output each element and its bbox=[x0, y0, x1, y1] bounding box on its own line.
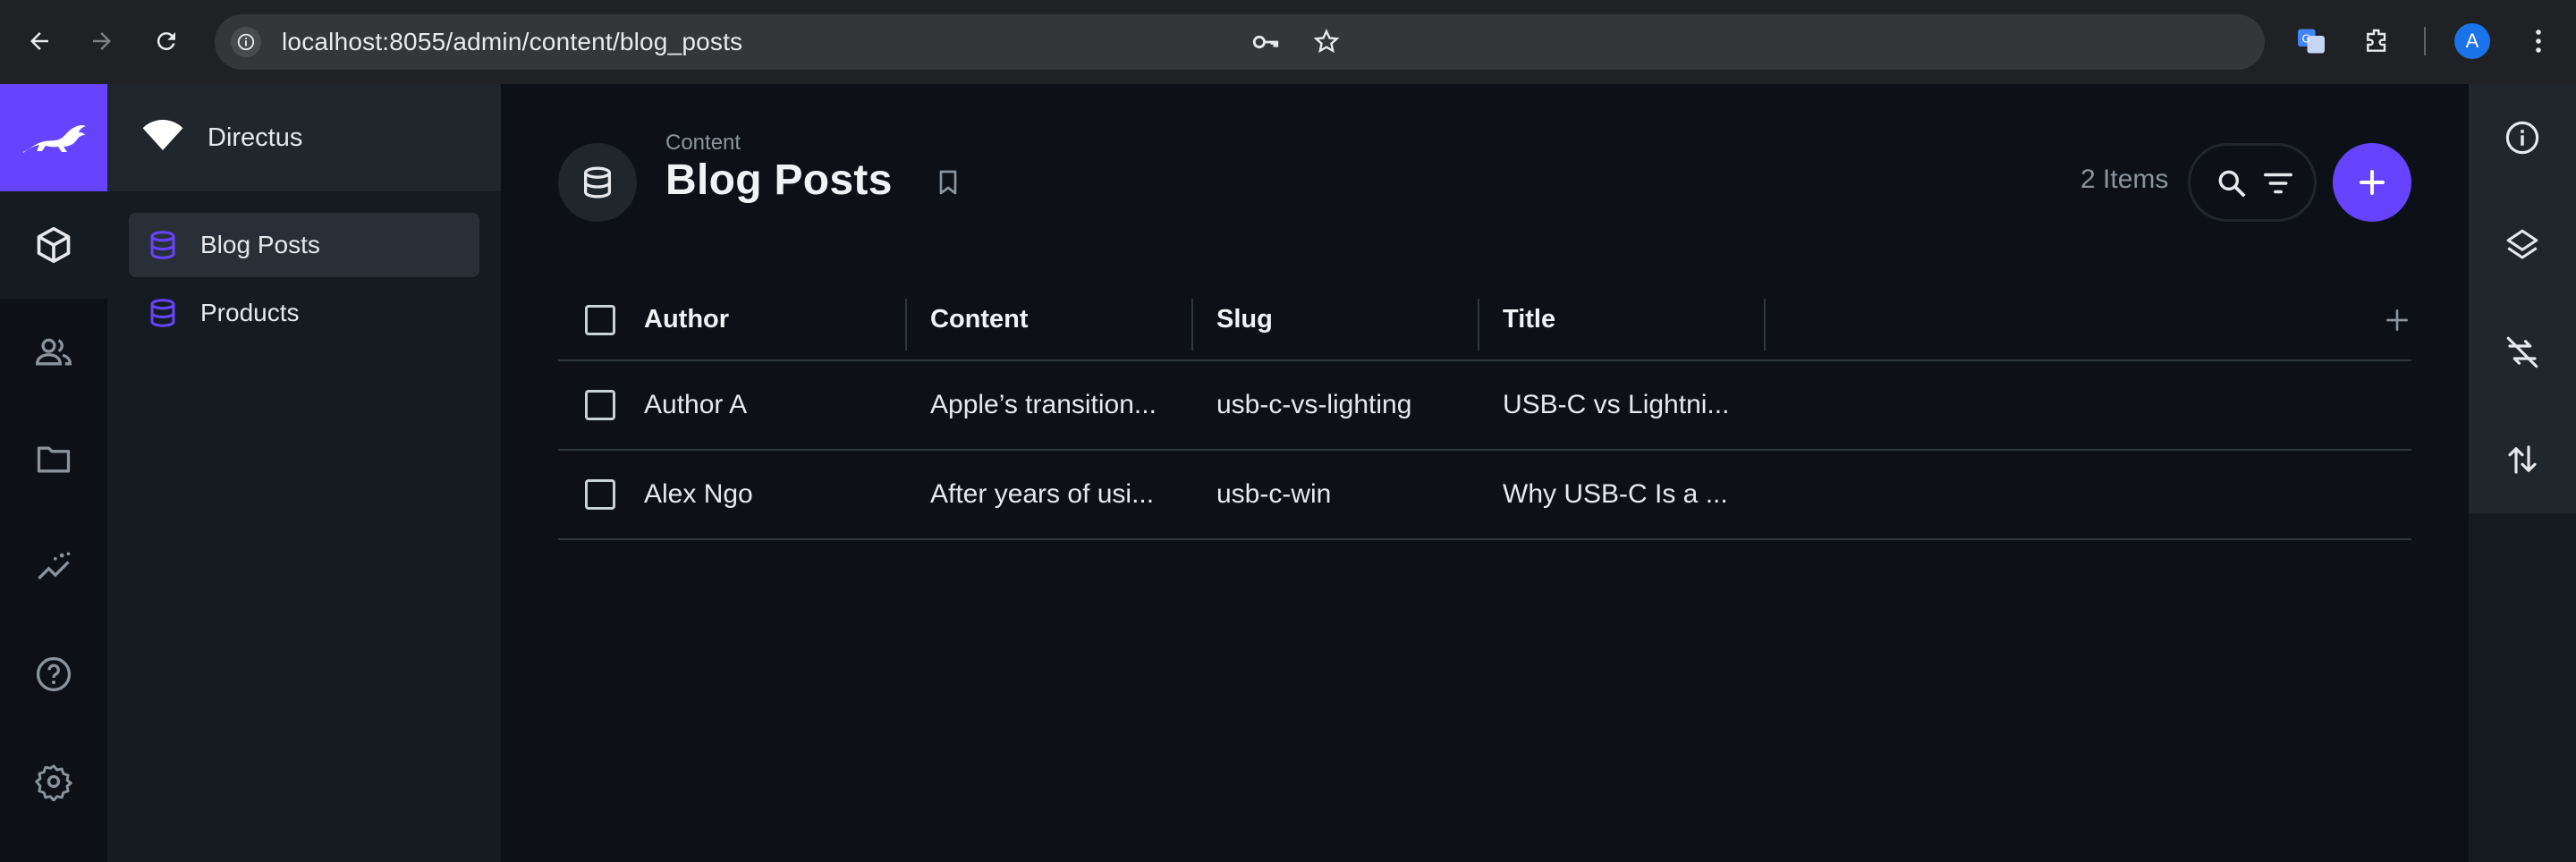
database-icon bbox=[584, 166, 611, 199]
row-checkbox[interactable] bbox=[585, 479, 615, 510]
table-header: Author Content Slug Title bbox=[558, 279, 2411, 361]
cell-slug: usb-c-vs-lighting bbox=[1216, 390, 1412, 419]
address-bar[interactable]: localhost:8055/admin/content/blog_posts bbox=[215, 14, 2265, 70]
nav-item-label: Blog Posts bbox=[200, 231, 320, 258]
column-header-content[interactable]: Content bbox=[930, 279, 1029, 359]
sidebar-layout-button[interactable] bbox=[2469, 191, 2576, 299]
import-export-icon bbox=[2508, 445, 2537, 474]
cell-content: Apple’s transition... bbox=[930, 390, 1157, 419]
forward-button[interactable] bbox=[82, 21, 122, 61]
settings-module[interactable] bbox=[0, 728, 107, 835]
bookmark-star-icon[interactable] bbox=[1311, 27, 1342, 57]
reload-icon bbox=[157, 32, 175, 51]
url-text: localhost:8055/admin/content/blog_posts bbox=[282, 28, 743, 55]
filter-icon[interactable] bbox=[2260, 165, 2296, 201]
cell-title: Why USB-C Is a ... bbox=[1503, 479, 1728, 509]
sidebar-import-export-button[interactable] bbox=[2469, 406, 2576, 513]
bookmark-icon bbox=[939, 170, 957, 195]
select-all-checkbox[interactable] bbox=[585, 305, 615, 335]
users-module[interactable] bbox=[0, 299, 107, 406]
nav-item-label: Products bbox=[200, 299, 300, 326]
insights-module[interactable] bbox=[0, 513, 107, 621]
add-field-button[interactable] bbox=[2379, 302, 2415, 338]
arrow-left-icon bbox=[30, 32, 48, 50]
files-module[interactable] bbox=[0, 406, 107, 513]
navigation-pane: Directus Blog Posts Products bbox=[107, 84, 501, 862]
column-resize-handle[interactable] bbox=[1764, 299, 1766, 351]
directus-logo[interactable] bbox=[0, 84, 107, 191]
database-icon bbox=[150, 231, 175, 259]
profile-avatar[interactable]: A bbox=[2454, 23, 2490, 59]
column-header-slug[interactable]: Slug bbox=[1216, 279, 1273, 359]
plus-icon bbox=[2360, 170, 2385, 195]
settings-icon bbox=[35, 765, 72, 801]
sync-off-icon bbox=[2506, 336, 2538, 368]
sidebar-info-button[interactable] bbox=[2469, 84, 2576, 191]
help-module[interactable] bbox=[0, 621, 107, 728]
search-filter-pill[interactable] bbox=[2188, 143, 2317, 222]
table-row[interactable]: Author A Apple’s transition... usb-c-vs-… bbox=[558, 361, 2411, 451]
cell-author: Author A bbox=[644, 390, 748, 419]
column-resize-handle[interactable] bbox=[1478, 299, 1479, 351]
nav-item-products[interactable]: Products bbox=[129, 281, 479, 345]
right-sidebar bbox=[2469, 84, 2576, 862]
help-icon bbox=[36, 656, 72, 692]
info-icon bbox=[2505, 121, 2539, 155]
cell-title: USB-C vs Lightni... bbox=[1503, 390, 1730, 419]
folder-icon bbox=[37, 446, 71, 473]
module-rail bbox=[0, 84, 107, 862]
wifi-icon bbox=[142, 120, 183, 150]
column-header-author[interactable]: Author bbox=[644, 279, 729, 359]
layers-icon bbox=[2506, 229, 2538, 259]
users-icon bbox=[36, 338, 72, 366]
extensions-icon[interactable] bbox=[2358, 21, 2397, 61]
row-checkbox[interactable] bbox=[585, 390, 615, 420]
back-button[interactable] bbox=[20, 21, 59, 61]
search-icon[interactable] bbox=[2214, 165, 2250, 201]
column-resize-handle[interactable] bbox=[1191, 299, 1193, 351]
cell-author: Alex Ngo bbox=[644, 479, 753, 509]
rabbit-logo-icon bbox=[23, 124, 86, 153]
collection-icon-button[interactable] bbox=[558, 143, 637, 222]
content-module[interactable] bbox=[0, 191, 107, 299]
nav-item-blog-posts[interactable]: Blog Posts bbox=[129, 213, 479, 277]
create-item-button[interactable] bbox=[2333, 143, 2411, 222]
main-content: Content Blog Posts 2 Items Author Conten… bbox=[501, 84, 2469, 862]
directus-app: Directus Blog Posts Products Content Blo… bbox=[0, 84, 2576, 862]
plus-icon bbox=[2386, 309, 2408, 331]
toolbar-divider bbox=[2424, 27, 2426, 55]
project-header[interactable]: Directus bbox=[107, 84, 501, 191]
sidebar-sync-button[interactable] bbox=[2469, 299, 2576, 406]
cell-content: After years of usi... bbox=[930, 479, 1155, 509]
column-header-title[interactable]: Title bbox=[1503, 279, 1555, 359]
password-key-icon[interactable] bbox=[1250, 27, 1281, 57]
item-count: 2 Items bbox=[2080, 165, 2169, 194]
breadcrumb[interactable]: Content bbox=[665, 131, 741, 156]
database-icon bbox=[150, 299, 175, 327]
cell-slug: usb-c-win bbox=[1216, 479, 1332, 509]
arrow-right-icon bbox=[93, 32, 111, 50]
svg-text:G: G bbox=[2302, 33, 2310, 46]
site-info-icon[interactable] bbox=[231, 27, 261, 57]
browser-menu-icon[interactable] bbox=[2519, 21, 2558, 61]
bookmark-button[interactable] bbox=[928, 163, 968, 202]
table-row[interactable]: Alex Ngo After years of usi... usb-c-win… bbox=[558, 451, 2411, 540]
google-translate-icon[interactable]: G bbox=[2292, 21, 2331, 61]
column-resize-handle[interactable] bbox=[905, 299, 907, 351]
page-title: Blog Posts bbox=[665, 156, 893, 204]
reload-button[interactable] bbox=[147, 21, 186, 61]
project-name: Directus bbox=[208, 123, 303, 152]
browser-toolbar: localhost:8055/admin/content/blog_posts … bbox=[0, 0, 2576, 84]
insights-icon bbox=[38, 552, 71, 580]
content-cube-icon bbox=[37, 226, 71, 264]
